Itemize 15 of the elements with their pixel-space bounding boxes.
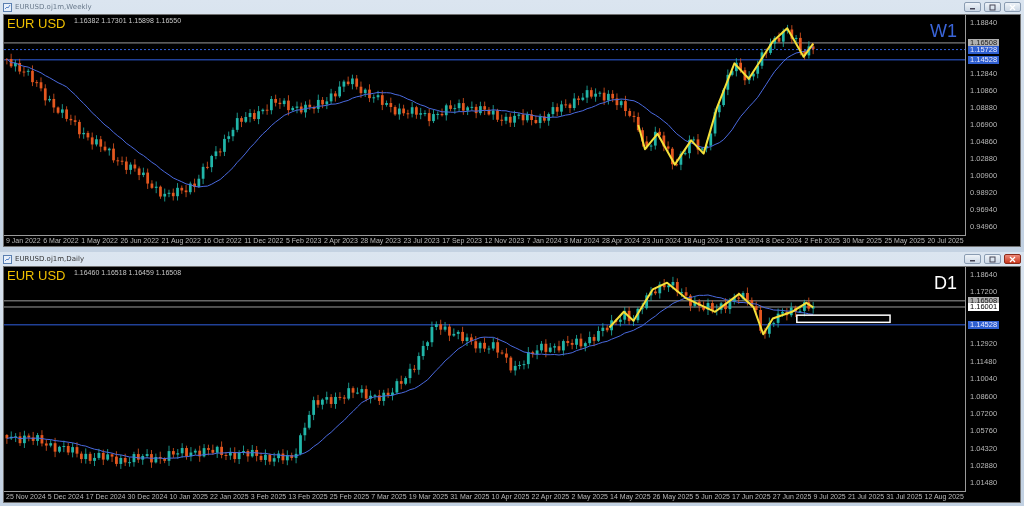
chart-window-icon xyxy=(3,2,12,12)
minimize-button[interactable] xyxy=(964,2,981,12)
close-icon xyxy=(1008,3,1017,11)
symbol-label: EUR USD xyxy=(7,16,66,31)
maximize-icon xyxy=(988,255,997,263)
chart-window-icon xyxy=(3,254,12,264)
maximize-button[interactable] xyxy=(984,254,1001,264)
timeframe-label: W1 xyxy=(930,21,957,42)
symbol-label: EUR USD xyxy=(7,268,66,283)
maximize-icon xyxy=(988,3,997,11)
maximize-button[interactable] xyxy=(984,2,1001,12)
close-button[interactable] xyxy=(1004,254,1021,264)
close-icon xyxy=(1008,255,1017,263)
minimize-button[interactable] xyxy=(964,254,981,264)
timeframe-label: D1 xyxy=(934,273,957,294)
